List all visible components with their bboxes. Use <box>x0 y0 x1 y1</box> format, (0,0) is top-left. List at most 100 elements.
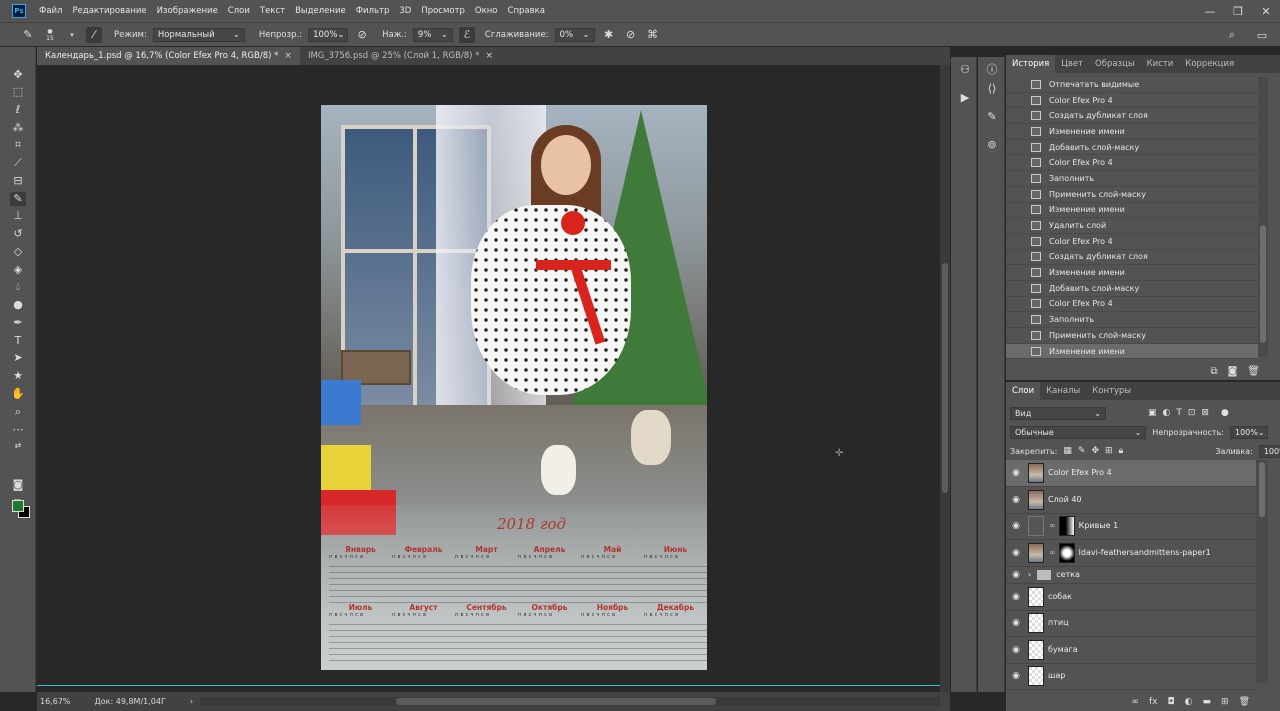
canvas-horizontal-scrollbar[interactable] <box>200 697 940 706</box>
layer-row[interactable]: ◉ шар <box>1006 663 1256 690</box>
scrollbar-thumb[interactable] <box>1259 462 1265 517</box>
close-icon[interactable]: ✕ <box>1252 0 1280 22</box>
layer-name[interactable]: собак <box>1048 592 1072 601</box>
eye-icon[interactable]: ◉ <box>1006 495 1026 505</box>
history-brush-source-checkbox[interactable] <box>1012 299 1025 309</box>
history-brush-source-checkbox[interactable] <box>1012 315 1025 325</box>
history-item[interactable]: Изменение имени <box>1006 265 1258 281</box>
move-tool-icon[interactable]: ✥ <box>10 68 26 82</box>
lasso-tool-icon[interactable]: ℓ <box>10 103 26 117</box>
trash-icon[interactable]: 🗑︎ <box>1239 697 1250 707</box>
tab-swatches[interactable]: Образцы <box>1089 55 1141 73</box>
layer-row[interactable]: ◉ птиц <box>1006 610 1256 637</box>
menu-image[interactable]: Изображение <box>152 6 223 16</box>
history-brush-source-checkbox[interactable] <box>1012 95 1025 105</box>
opacity-input[interactable]: 100% ⌄ <box>308 27 349 42</box>
blend-mode-select[interactable]: Обычные ⌄ <box>1010 425 1147 439</box>
swap-colors-icon[interactable]: ⇄ <box>10 439 26 453</box>
actions-panel-icon[interactable]: ⚇ <box>957 62 973 78</box>
shape-filter-icon[interactable]: ⊡ <box>1188 408 1196 418</box>
history-brush-tool-icon[interactable]: ↺ <box>10 227 26 241</box>
eraser-tool-icon[interactable]: ◇ <box>10 245 26 259</box>
path-select-tool-icon[interactable]: ➤ <box>10 351 26 365</box>
type-tool-icon[interactable]: T <box>10 334 26 348</box>
layer-group-row[interactable]: ◉ › сетка <box>1006 566 1256 584</box>
eye-icon[interactable]: ◉ <box>1006 548 1026 558</box>
tab-img-document[interactable]: IMG_3756.psd @ 25% (Слой 1, RGB/8) * × <box>300 47 501 65</box>
eye-icon[interactable]: ◉ <box>1006 592 1026 602</box>
pressure-opacity-icon[interactable]: ⊘ <box>354 27 370 43</box>
play-icon[interactable]: ▶ <box>957 90 973 106</box>
quick-mask-icon[interactable]: ◙ <box>10 478 26 492</box>
workspace-icon[interactable]: ▭ <box>1254 27 1270 43</box>
chevron-down-icon[interactable]: ▾ <box>64 27 80 43</box>
layer-mask-thumbnail[interactable] <box>1058 515 1075 536</box>
pressure-input[interactable]: 9% ⌄ <box>412 27 453 42</box>
history-item[interactable]: Color Efex Pro 4 <box>1006 93 1258 109</box>
new-group-icon[interactable]: ▬ <box>1203 697 1212 707</box>
scrollbar-thumb[interactable] <box>396 698 716 705</box>
close-icon[interactable]: × <box>284 51 292 61</box>
history-item[interactable]: Заполнить <box>1006 312 1258 328</box>
tab-brushes[interactable]: Кисти <box>1141 55 1180 73</box>
history-brush-source-checkbox[interactable] <box>1012 79 1025 89</box>
brush-settings-icon[interactable]: ✎ <box>984 109 1000 125</box>
marquee-tool-icon[interactable]: ⬚ <box>10 85 26 99</box>
layer-opacity-input[interactable]: 100% ⌄ <box>1230 425 1268 439</box>
history-brush-source-checkbox[interactable] <box>1012 221 1025 231</box>
layer-row[interactable]: ◉ собак <box>1006 584 1256 611</box>
eye-icon[interactable]: ◉ <box>1006 618 1026 628</box>
add-mask-icon[interactable]: ◘ <box>1168 697 1175 707</box>
layer-name[interactable]: бумага <box>1048 645 1078 654</box>
scrollbar-thumb[interactable] <box>1260 225 1266 343</box>
stamp-tool-icon[interactable]: ⊥ <box>10 209 26 223</box>
menu-text[interactable]: Текст <box>255 6 290 16</box>
lock-transparent-icon[interactable]: ▦ <box>1063 446 1072 456</box>
lock-artboard-icon[interactable]: ⊞ <box>1105 446 1113 456</box>
layer-filter-select[interactable]: Вид ⌄ <box>1010 406 1106 420</box>
history-item[interactable]: Изменение имени <box>1006 343 1258 360</box>
info-icon[interactable]: ⓘ <box>984 62 1000 78</box>
hand-tool-icon[interactable]: ✋ <box>10 387 26 401</box>
eye-icon[interactable]: ◉ <box>1006 645 1026 655</box>
history-brush-source-checkbox[interactable] <box>1012 158 1025 168</box>
history-scrollbar[interactable] <box>1258 77 1268 357</box>
tab-calendar-document[interactable]: Календарь_1.psd @ 16,7% (Color Efex Pro … <box>37 47 300 65</box>
pressure-size-icon[interactable]: ⊘ <box>623 27 639 43</box>
adjustment-layer-icon[interactable]: ◐ <box>1185 697 1193 707</box>
minimize-icon[interactable]: — <box>1196 0 1224 22</box>
lock-all-icon[interactable]: 🔒︎ <box>1119 446 1124 456</box>
history-item[interactable]: Удалить слой <box>1006 218 1258 234</box>
mode-select[interactable]: Нормальный ⌄ <box>152 27 245 42</box>
brush-tool-icon[interactable]: ✎ <box>20 27 36 43</box>
layer-style-icon[interactable]: fx <box>1149 697 1158 707</box>
history-brush-source-checkbox[interactable] <box>1012 189 1025 199</box>
layer-row[interactable]: ◉ ∞ Кривые 1 <box>1006 513 1256 540</box>
history-brush-source-checkbox[interactable] <box>1012 283 1025 293</box>
camera-icon[interactable]: ◙ <box>1228 366 1238 377</box>
history-item[interactable]: Заполнить <box>1006 171 1258 187</box>
shape-tool-icon[interactable]: ★ <box>10 369 26 383</box>
tab-color[interactable]: Цвет <box>1055 55 1089 73</box>
history-brush-source-checkbox[interactable] <box>1012 142 1025 152</box>
menu-edit[interactable]: Редактирование <box>67 6 151 16</box>
smart-object-filter-icon[interactable]: ⊠ <box>1201 408 1209 418</box>
type-filter-icon[interactable]: T <box>1176 408 1182 418</box>
history-item[interactable]: Отпечатать видимые <box>1006 77 1258 93</box>
layer-name[interactable]: сетка <box>1056 570 1080 579</box>
smoothing-input[interactable]: 0% ⌄ <box>554 27 595 42</box>
history-brush-source-checkbox[interactable] <box>1012 236 1025 246</box>
layer-name[interactable]: Color Efex Pro 4 <box>1048 468 1112 477</box>
symmetry-icon[interactable]: ⌘ <box>645 27 661 43</box>
history-brush-source-checkbox[interactable] <box>1012 111 1025 121</box>
history-item[interactable]: Создать дубликат слоя <box>1006 250 1258 266</box>
new-layer-icon[interactable]: ⊞ <box>1221 697 1229 707</box>
eye-icon[interactable]: ◉ <box>1006 570 1026 580</box>
new-document-from-state-icon[interactable]: ⧉ <box>1210 366 1217 377</box>
layer-row[interactable]: ◉ Color Efex Pro 4 <box>1006 460 1256 487</box>
chevron-right-icon[interactable]: › <box>1028 570 1031 579</box>
layers-scrollbar[interactable] <box>1256 460 1268 683</box>
history-item[interactable]: Color Efex Pro 4 <box>1006 155 1258 172</box>
foreground-color-swatch[interactable] <box>12 500 24 512</box>
search-icon[interactable]: ⌕ <box>1224 27 1240 43</box>
